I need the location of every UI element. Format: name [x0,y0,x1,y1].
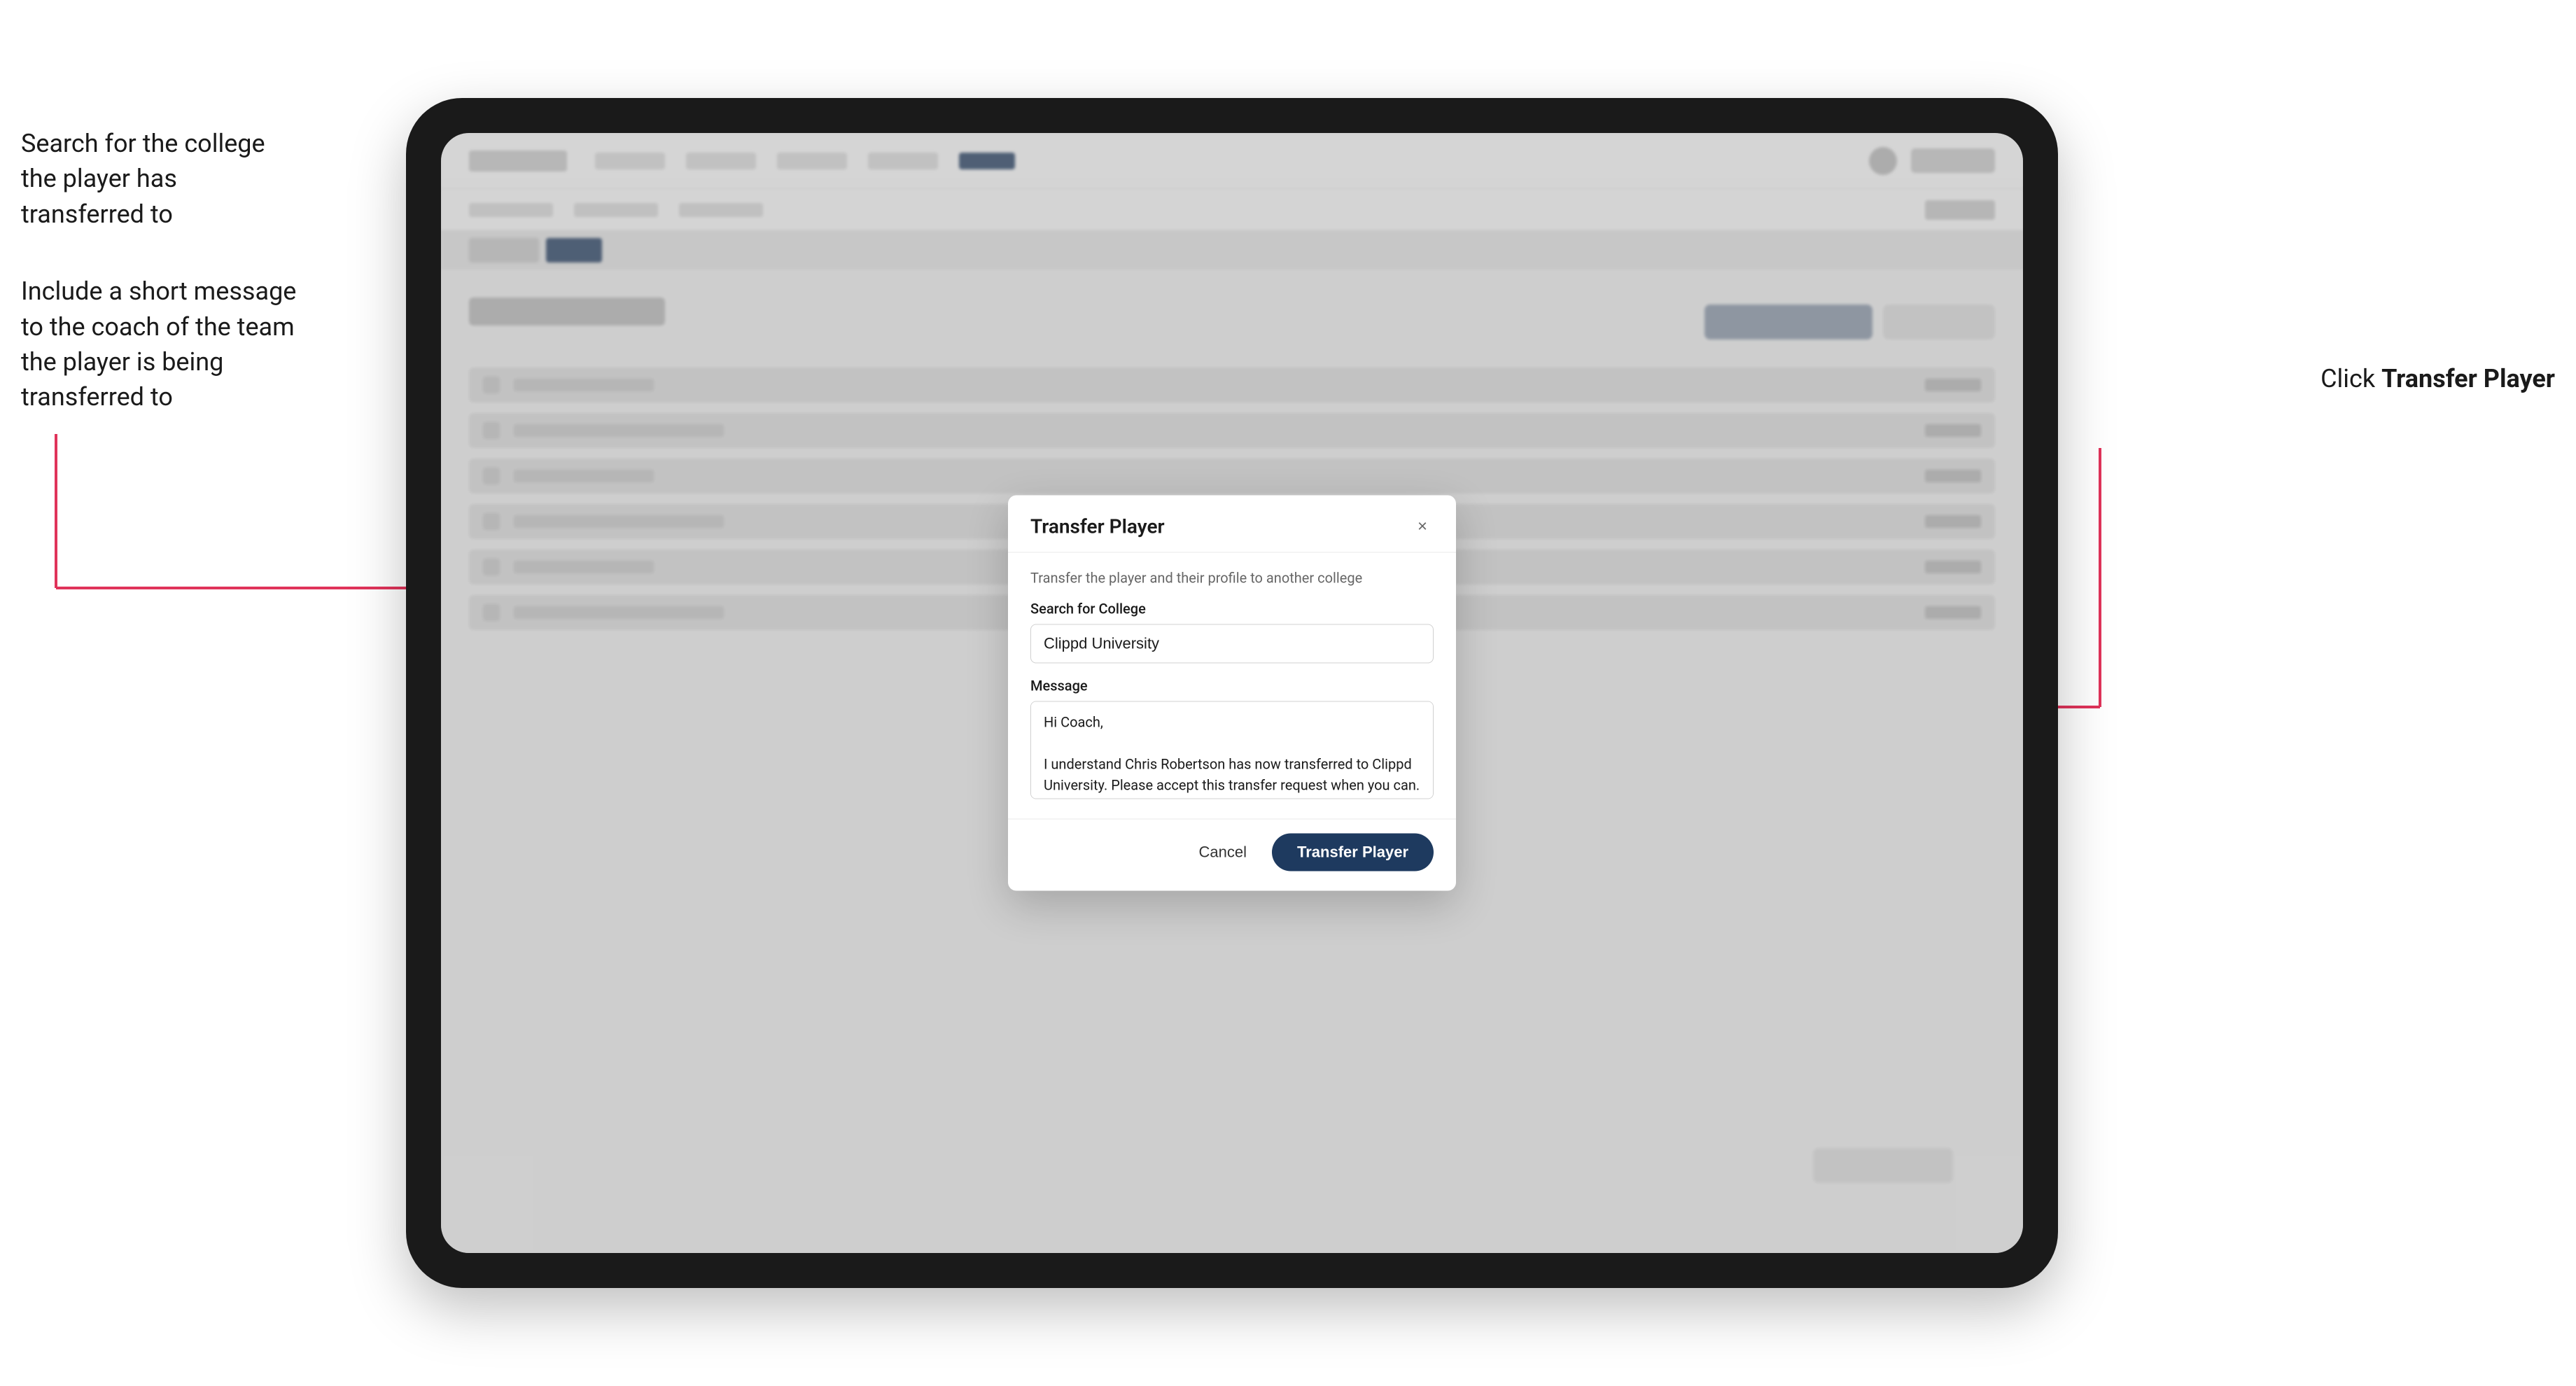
search-college-input[interactable] [1030,624,1434,664]
annotation-right-prefix: Click [2320,364,2381,393]
message-textarea[interactable] [1030,701,1434,799]
transfer-player-button[interactable]: Transfer Player [1272,834,1434,872]
modal-subtitle: Transfer the player and their profile to… [1030,570,1434,587]
modal-title: Transfer Player [1030,515,1165,538]
modal-header: Transfer Player × [1008,496,1456,553]
message-label: Message [1030,678,1434,694]
modal-body: Transfer the player and their profile to… [1008,553,1456,819]
annotation-message-text: Include a short message to the coach of … [21,276,296,412]
annotation-search-text: Search for the college the player has tr… [21,129,265,229]
modal-close-button[interactable]: × [1411,515,1434,538]
tablet-frame: Transfer Player × Transfer the player an… [406,98,2058,1288]
modal-footer: Cancel Transfer Player [1008,819,1456,891]
search-college-label: Search for College [1030,601,1434,617]
transfer-player-modal: Transfer Player × Transfer the player an… [1008,496,1456,891]
tablet-screen: Transfer Player × Transfer the player an… [441,133,2023,1253]
annotation-left: Search for the college the player has tr… [21,126,301,415]
cancel-button[interactable]: Cancel [1185,835,1261,870]
annotation-right: Click Transfer Player [2320,364,2555,393]
annotation-right-bold: Transfer Player [2381,364,2555,393]
